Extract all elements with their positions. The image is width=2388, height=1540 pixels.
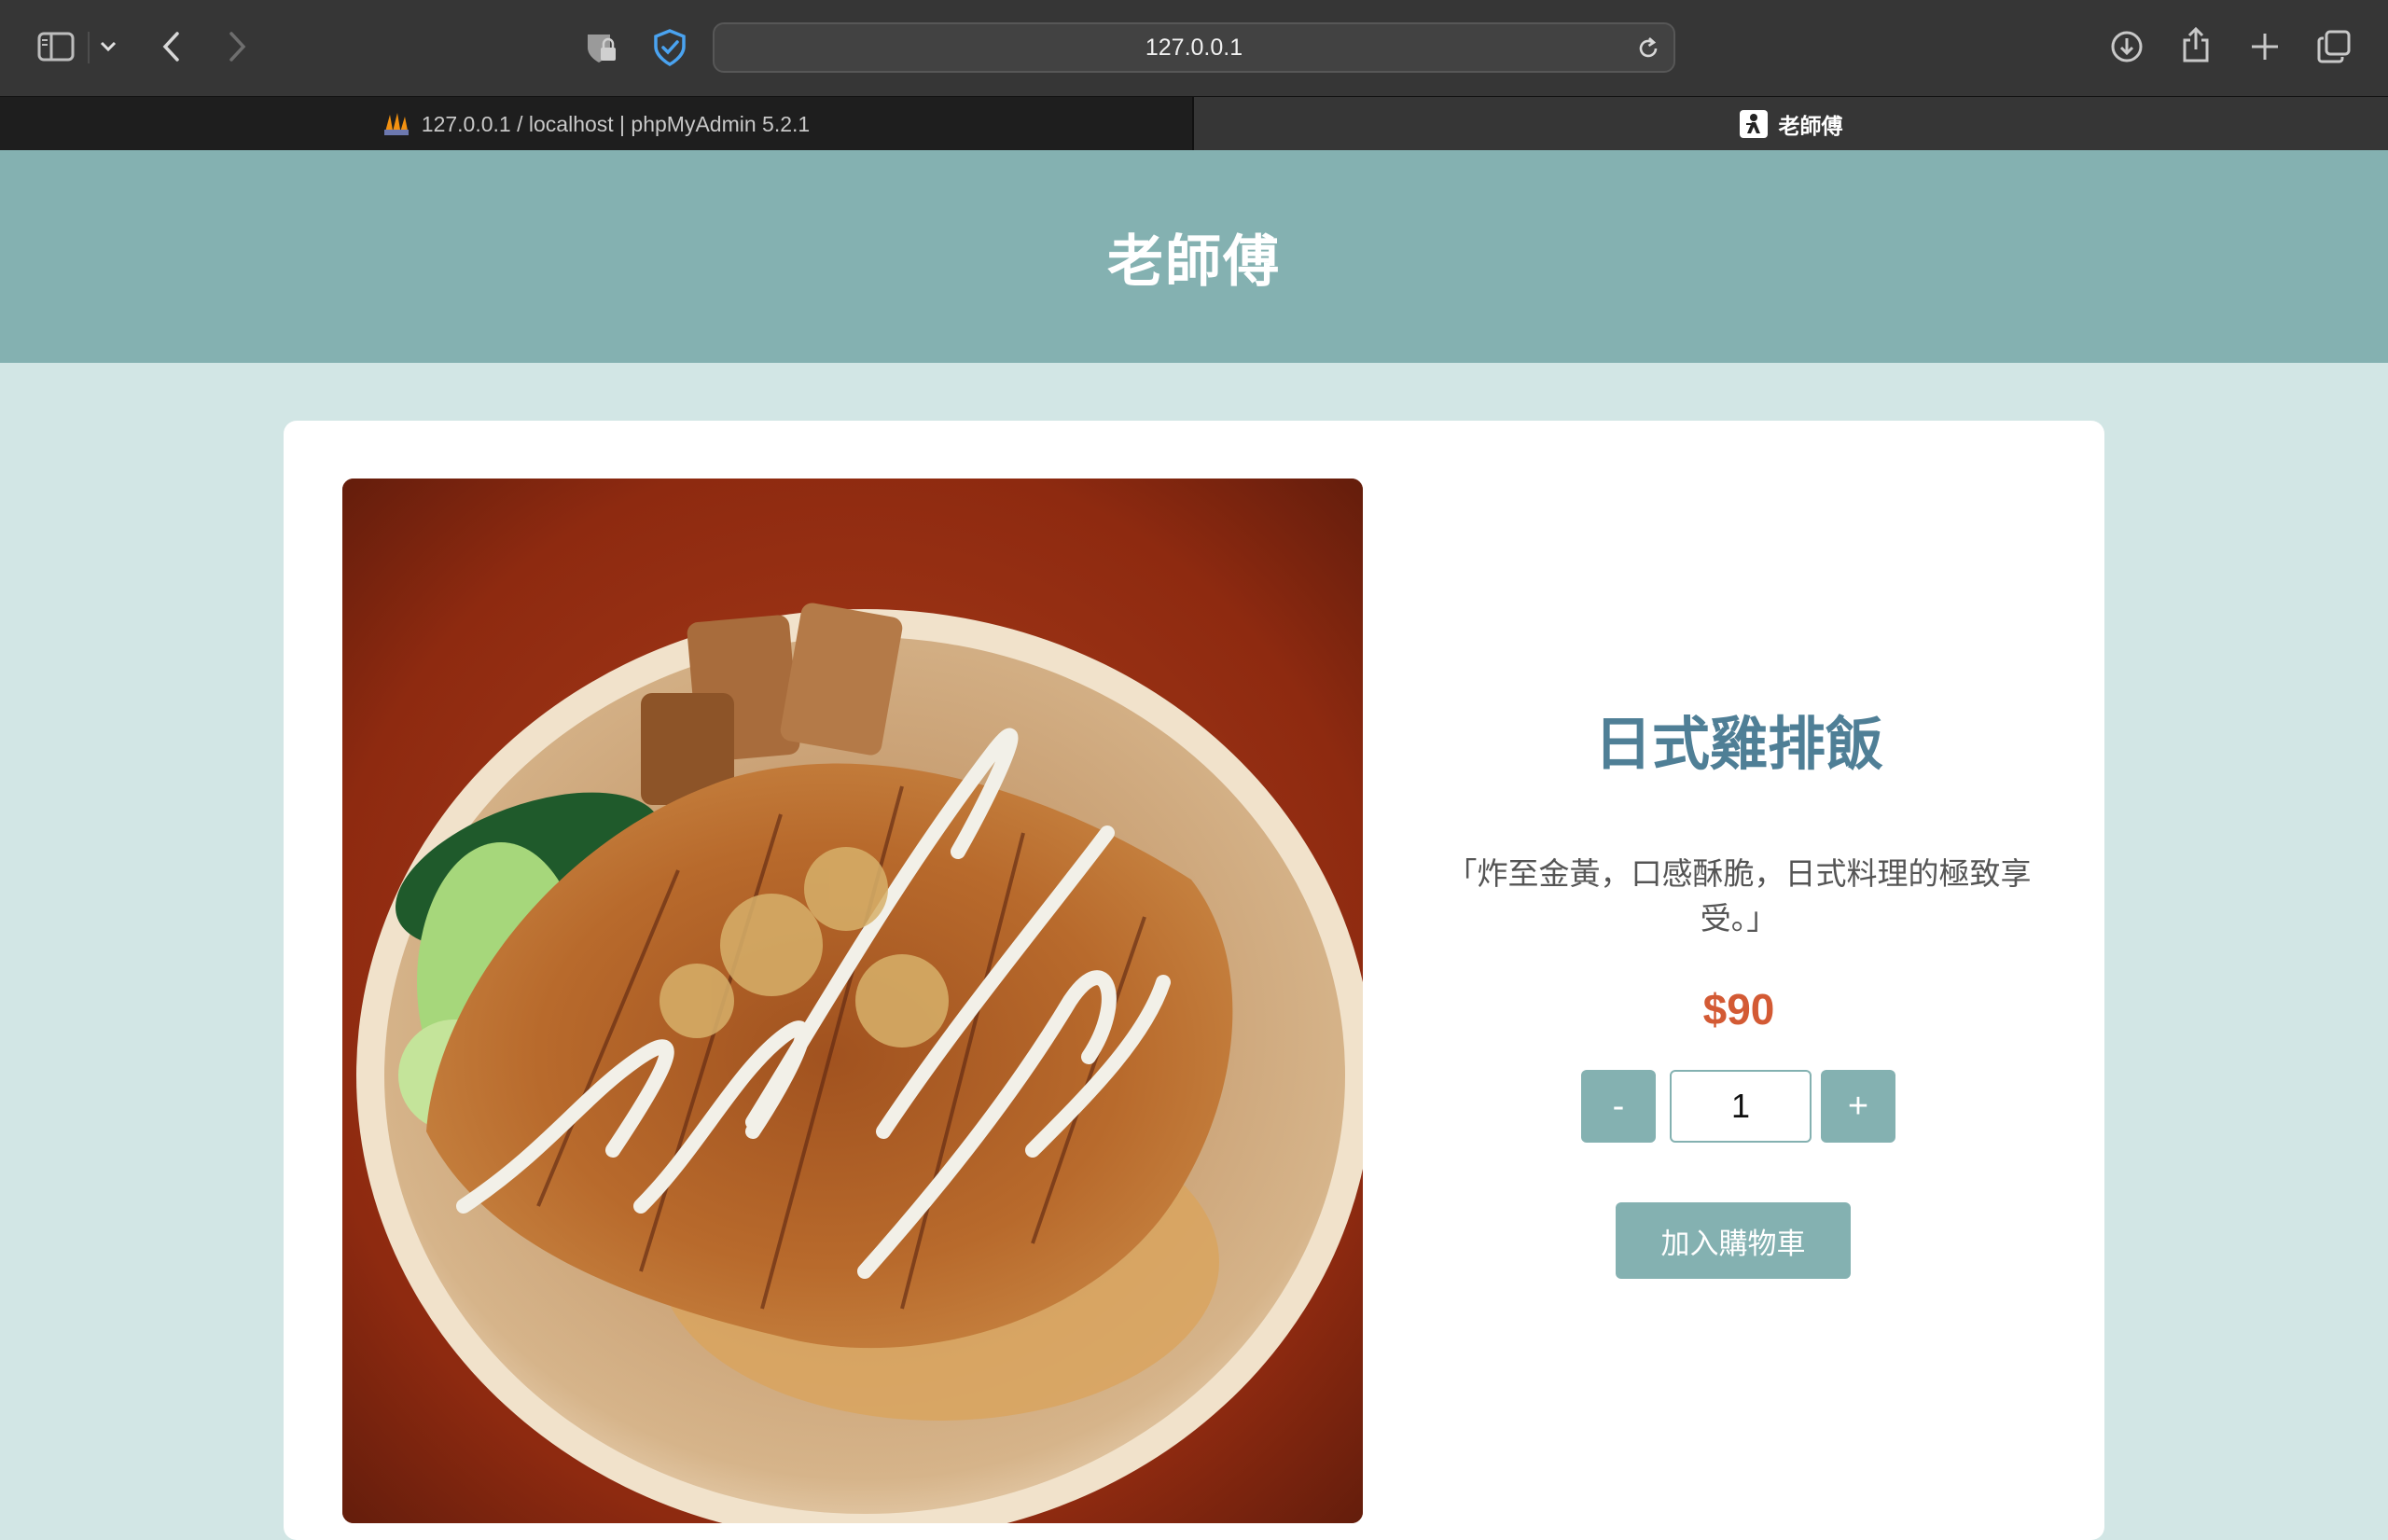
tabs-overview-icon[interactable] bbox=[2315, 28, 2353, 65]
quantity-input[interactable] bbox=[1670, 1070, 1812, 1143]
address-bar[interactable]: 127.0.0.1 bbox=[713, 22, 1675, 73]
product-description: 「炸至金黃，口感酥脆，日式料理的極致享受。」 bbox=[1446, 855, 2032, 936]
shield-check-icon[interactable] bbox=[649, 28, 690, 67]
quantity-stepper: - + bbox=[1412, 1070, 2065, 1145]
tab-site[interactable]: 老師傅 bbox=[1192, 97, 2388, 151]
privacy-icon[interactable] bbox=[580, 28, 621, 67]
site-title: 老師傅 bbox=[1107, 229, 1281, 295]
url-text[interactable]: 127.0.0.1 bbox=[715, 24, 1673, 71]
add-to-cart-button[interactable]: 加入購物車 bbox=[1616, 1202, 1851, 1279]
forward-icon[interactable] bbox=[220, 28, 254, 65]
decrease-quantity-button[interactable]: - bbox=[1581, 1070, 1656, 1143]
chevron-down-icon[interactable] bbox=[97, 35, 119, 58]
product-price: $90 bbox=[1702, 985, 1775, 1034]
site-header: 老師傅 bbox=[0, 150, 2388, 363]
download-icon[interactable] bbox=[2108, 28, 2145, 65]
browser-toolbar: 127.0.0.1 bbox=[0, 0, 2388, 96]
phpmyadmin-favicon-icon bbox=[382, 110, 410, 138]
tab-label: 127.0.0.1 / localhost | phpMyAdmin 5.2.1 bbox=[421, 111, 811, 136]
tab-strip: 127.0.0.1 / localhost | phpMyAdmin 5.2.1… bbox=[0, 96, 2388, 151]
reload-icon[interactable] bbox=[1634, 35, 1662, 62]
toolbar-divider bbox=[88, 32, 90, 63]
share-icon[interactable] bbox=[2177, 24, 2214, 65]
tab-label: 老師傅 bbox=[1778, 114, 1843, 138]
sidebar-icon[interactable] bbox=[35, 30, 76, 63]
site-favicon-icon bbox=[1739, 110, 1768, 138]
back-icon[interactable] bbox=[155, 28, 188, 65]
product-card: 日式雞排飯 「炸至金黃，口感酥脆，日式料理的極致享受。」 $90 - + 加入購… bbox=[284, 421, 2104, 1540]
product-info: 日式雞排飯 「炸至金黃，口感酥脆，日式料理的極致享受。」 $90 - + 加入購… bbox=[1412, 421, 2065, 1540]
increase-quantity-button[interactable]: + bbox=[1821, 1070, 1895, 1143]
tab-phpmyadmin[interactable]: 127.0.0.1 / localhost | phpMyAdmin 5.2.1 bbox=[0, 97, 1192, 151]
plus-icon[interactable] bbox=[2246, 28, 2284, 65]
product-name: 日式雞排飯 bbox=[1593, 710, 1883, 778]
product-image bbox=[342, 479, 1363, 1523]
